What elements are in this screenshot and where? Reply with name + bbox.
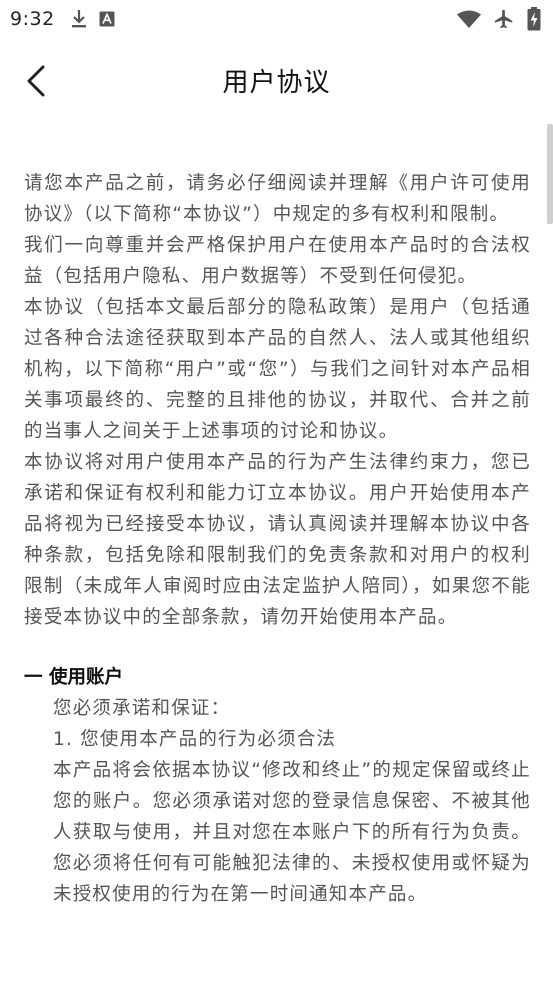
wifi-icon bbox=[457, 10, 481, 28]
download-icon bbox=[71, 9, 87, 29]
battery-charging-icon bbox=[527, 7, 541, 31]
notification-a-icon bbox=[99, 11, 115, 27]
section-line: 本产品将会依据本协议“修改和终止”的规定保留或终止您的账户。您必须承诺对您的登录… bbox=[53, 760, 531, 905]
status-time: 9:32 bbox=[10, 8, 55, 30]
app-header: 用户协议 bbox=[0, 50, 553, 112]
intro-paragraph: 本协议（包括本文最后部分的隐私政策）是用户（包括通过各种合法途径获取到本产品的自… bbox=[24, 297, 531, 442]
status-bar: 9:32 bbox=[0, 0, 553, 38]
section-line: 1. 您使用本产品的行为必须合法 bbox=[53, 729, 337, 750]
status-left-icons bbox=[71, 9, 115, 29]
page-title: 用户协议 bbox=[222, 68, 331, 98]
section-heading-use-account: 一 使用账户 bbox=[24, 667, 123, 688]
airplane-icon bbox=[493, 8, 515, 30]
section-line: 您必须承诺和保证： bbox=[53, 698, 231, 719]
status-right-icons bbox=[457, 7, 541, 31]
intro-paragraph: 我们一向尊重并会严格保护用户在使用本产品时的合法权益（包括用户隐私、用户数据等）… bbox=[24, 235, 531, 287]
scrollbar-thumb[interactable] bbox=[547, 124, 553, 224]
agreement-content[interactable]: 请您本产品之前，请务必仔细阅读并理解《用户许可使用协议》（以下简称“本协议”）中… bbox=[24, 168, 531, 983]
intro-paragraph: 本协议将对用户使用本产品的行为产生法律约束力，您已承诺和保证有权利和能力订立本协… bbox=[24, 452, 531, 628]
intro-paragraph: 请您本产品之前，请务必仔细阅读并理解《用户许可使用协议》（以下简称“本协议”）中… bbox=[24, 173, 531, 225]
